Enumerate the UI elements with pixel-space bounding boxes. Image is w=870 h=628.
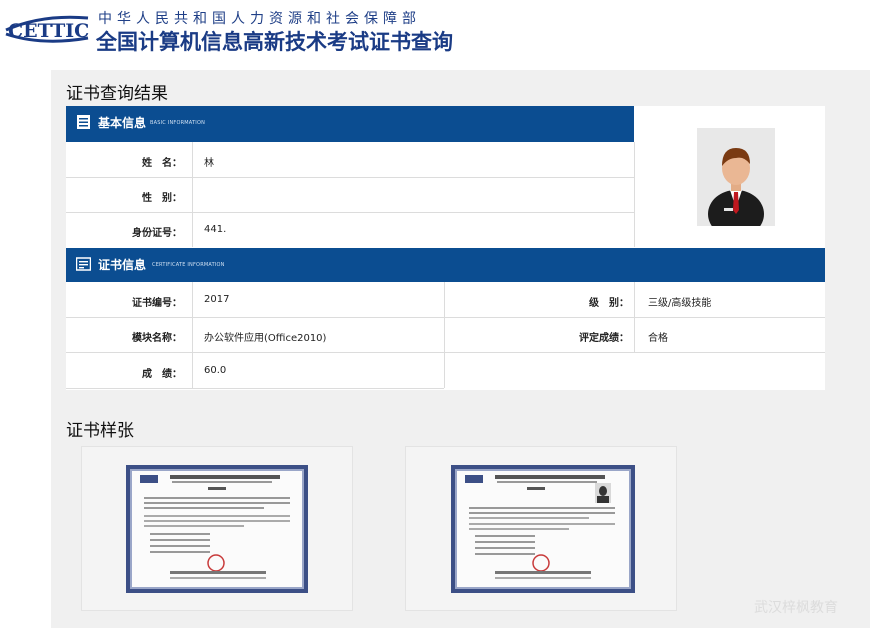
cert-row-number: 证书编号： 2017 级 别： 三级/高级技能: [66, 282, 825, 318]
module-label: 模块名称：: [132, 333, 182, 344]
site-header: CETTIC 中华人民共和国人力资源和社会保障部 全国计算机信息高新技术考试证书…: [0, 0, 870, 56]
document-icon: [77, 115, 90, 129]
watermark: 武汉梓枫教育: [754, 600, 838, 616]
name-label: 姓 名：: [142, 158, 182, 169]
score-value: 60.0: [204, 365, 227, 376]
certificate-icon: [76, 257, 91, 271]
certificate-image-1: [126, 465, 308, 593]
cert-info-subtitle: CERTIFICATE INFORMATION: [152, 262, 225, 268]
rating-label: 评定成绩：: [579, 333, 629, 344]
certificate-preview-2: [465, 475, 615, 579]
id-value: 441.: [204, 224, 227, 235]
avatar: [697, 128, 775, 238]
gender-label: 性 别：: [142, 193, 182, 204]
basic-info-subtitle: BASIC INFORMATION: [150, 120, 206, 126]
certificate-sample-2: [405, 446, 677, 611]
certificate-sample-1: [81, 446, 353, 611]
basic-info-header: 基本信息 BASIC INFORMATION: [66, 106, 634, 142]
cert-right-divider: [634, 282, 635, 352]
sample-section-title: 证书样张: [66, 421, 134, 441]
basic-column-divider: [192, 142, 193, 247]
level-label: 级 别：: [589, 298, 629, 309]
certificate-preview-1: [140, 475, 290, 579]
cert-middle-divider: [444, 282, 445, 388]
person-icon: [708, 148, 764, 238]
cert-number-value: 2017: [204, 294, 230, 305]
id-label: 身份证号：: [132, 228, 182, 239]
cert-row-score: 成 绩： 60.0: [66, 352, 444, 389]
module-value: 办公软件应用(Office2010): [204, 333, 327, 344]
cettic-logo: CETTIC: [2, 8, 92, 48]
cert-row-module: 模块名称： 办公软件应用(Office2010) 评定成绩： 合格: [66, 317, 825, 353]
certificate-image-2: [451, 465, 635, 593]
rating-value: 合格: [648, 333, 668, 344]
page-title: 全国计算机信息高新技术考试证书查询: [96, 30, 453, 54]
cert-column-divider: [192, 282, 193, 388]
basic-info-title: 基本信息: [98, 116, 147, 130]
cert-info-header: 证书信息 CERTIFICATE INFORMATION: [66, 248, 825, 282]
info-row-name: 姓 名： 林: [66, 142, 634, 178]
name-value: 林: [204, 158, 214, 169]
level-value: 三级/高级技能: [648, 298, 712, 309]
ministry-name: 中华人民共和国人力资源和社会保障部: [98, 11, 421, 27]
photo-divider: [634, 142, 635, 247]
info-row-id: 身份证号： 441.: [66, 212, 634, 247]
cert-number-label: 证书编号：: [132, 298, 182, 309]
cert-info-title: 证书信息: [98, 258, 147, 272]
info-row-gender: 性 别：: [66, 177, 634, 213]
result-section-title: 证书查询结果: [66, 84, 168, 104]
score-label: 成 绩：: [142, 369, 182, 380]
logo-text: CETTIC: [8, 20, 89, 42]
